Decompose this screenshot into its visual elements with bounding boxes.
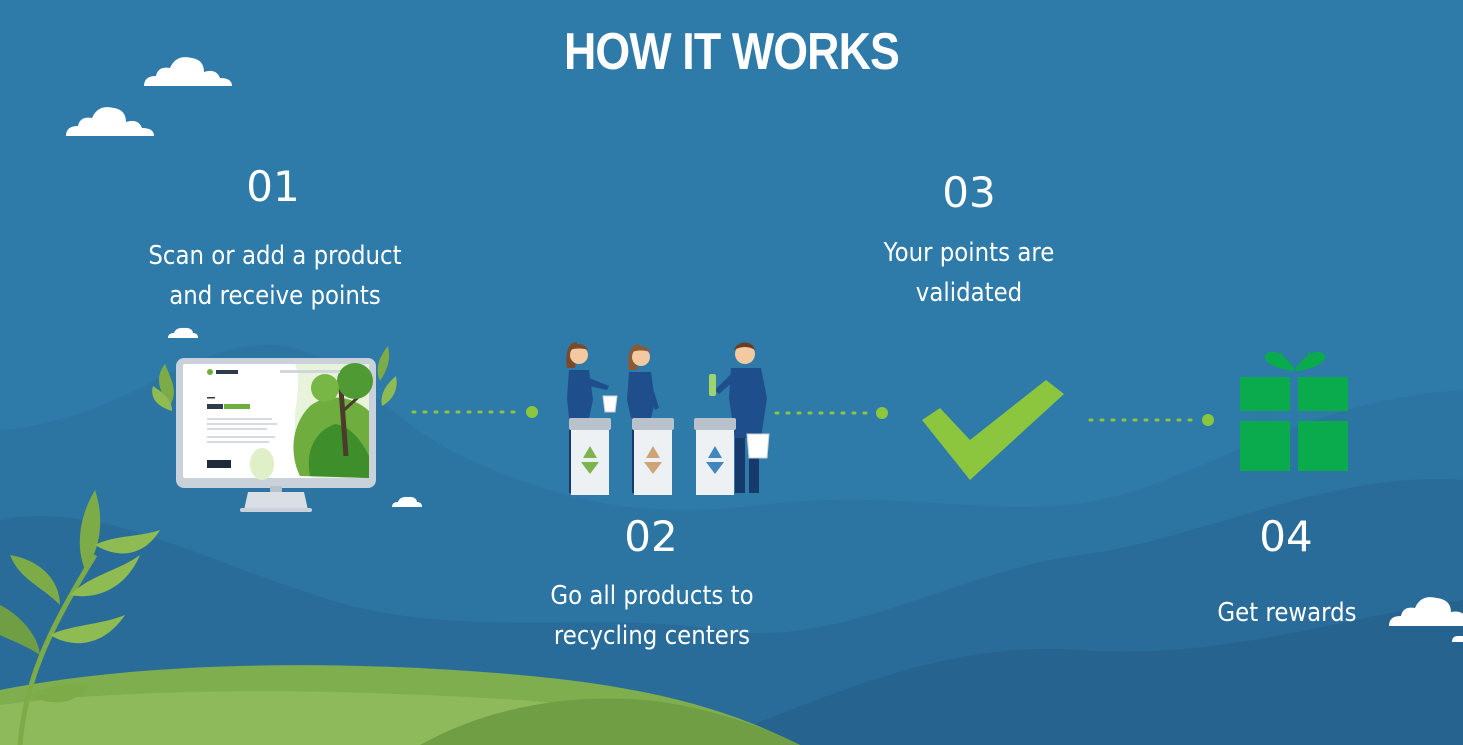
step-2-line-2: recycling centers	[553, 621, 751, 651]
checkmark-icon	[922, 380, 1064, 480]
step-3-line-1: Your points are	[883, 238, 1055, 268]
connector-1-2	[411, 406, 538, 418]
step-description-3: Your points are validated	[811, 233, 1128, 313]
step-1-line-2: and receive points	[169, 281, 381, 311]
step-2-line-1: Go all products to	[550, 581, 754, 611]
step-number-3: 03	[942, 168, 996, 217]
how-it-works-slide: HOW IT WORKS 01 03 02 04 Scan or add a p…	[0, 0, 1463, 745]
step-number-2: 02	[624, 512, 678, 561]
recycling-bins-icon	[566, 342, 770, 495]
plant-icon	[0, 490, 160, 745]
connector-2-3	[774, 407, 888, 419]
step-description-4: Get rewards	[1129, 593, 1446, 633]
connector-3-4	[1088, 414, 1214, 426]
step-description-2: Go all products to recycling centers	[494, 576, 811, 656]
step-3-line-2: validated	[915, 278, 1023, 308]
step-number-4: 04	[1259, 512, 1313, 561]
gift-box-icon	[1240, 351, 1348, 471]
step-number-1: 01	[246, 162, 300, 211]
step-1-line-1: Scan or add a product	[148, 241, 402, 271]
bin-1	[569, 418, 611, 495]
computer-monitor-icon	[152, 346, 397, 512]
cloud-icon	[1452, 636, 1463, 642]
step-4-line-1: Get rewards	[1217, 598, 1357, 628]
cloud-icon	[66, 107, 154, 136]
page-title: HOW IT WORKS	[564, 23, 900, 81]
bin-2	[632, 418, 674, 495]
bin-3	[694, 418, 736, 495]
step-description-1: Scan or add a product and receive points	[117, 236, 434, 316]
